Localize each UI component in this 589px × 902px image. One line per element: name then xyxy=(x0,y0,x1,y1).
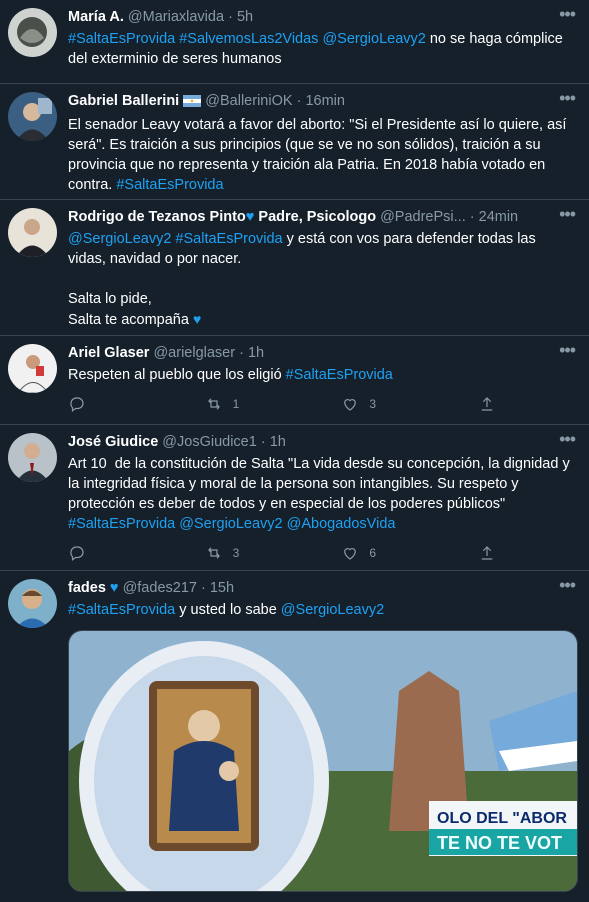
like-count: 6 xyxy=(369,546,376,560)
tweet[interactable]: José Giudice @JosGiudice1 · 1h ••• Art 1… xyxy=(0,425,589,571)
more-icon[interactable]: ••• xyxy=(559,429,576,450)
tweet-text: El senador Leavy votará a favor del abor… xyxy=(68,115,575,195)
tweet[interactable]: Gabriel Ballerini @BalleriniOK · 16min •… xyxy=(0,84,589,200)
reply-icon xyxy=(70,397,84,412)
display-name[interactable]: fades xyxy=(68,580,106,596)
handle[interactable]: @arielglaser xyxy=(153,345,235,361)
display-name[interactable]: Ariel Glaser xyxy=(68,345,149,361)
tweet-text: #SaltaEsProvida #SalvemosLas2Vidas @Serg… xyxy=(68,29,575,69)
hashtag-link[interactable]: #SaltaEsProvida xyxy=(286,367,393,383)
separator: · xyxy=(239,345,244,361)
display-name[interactable]: María A. xyxy=(68,9,124,25)
retweet-count: 3 xyxy=(232,546,240,560)
tweet-actions: 3 6 xyxy=(68,544,498,562)
like-icon xyxy=(344,399,357,411)
retweet-icon xyxy=(207,547,220,559)
tweet-text: #SaltaEsProvida y usted lo sabe @SergioL… xyxy=(68,600,575,620)
retweet-count: 1 xyxy=(232,397,240,411)
handle[interactable]: @fades217 xyxy=(123,580,197,596)
argentina-flag-icon xyxy=(183,94,202,113)
tweet-actions: 1 3 xyxy=(68,395,498,413)
timestamp[interactable]: 1h xyxy=(248,345,264,361)
retweet-icon xyxy=(207,398,220,410)
more-icon[interactable]: ••• xyxy=(559,340,576,361)
retweet-button[interactable]: 3 xyxy=(205,544,315,562)
like-button[interactable]: 6 xyxy=(341,544,451,562)
share-button[interactable] xyxy=(478,395,498,413)
mention-link[interactable]: @AbogadosVida xyxy=(287,516,396,532)
avatar[interactable] xyxy=(8,433,57,482)
tweet-text: Respeten al pueblo que los eligió #Salta… xyxy=(68,365,575,385)
reply-button[interactable] xyxy=(68,395,178,413)
hashtag-link[interactable]: #SaltaEsProvida xyxy=(175,231,282,247)
handle[interactable]: @JosGiudice1 xyxy=(162,434,257,450)
blue-heart-icon: ♥ xyxy=(192,311,202,327)
hashtag-link[interactable]: #SaltaEsProvida xyxy=(68,602,175,618)
more-icon[interactable]: ••• xyxy=(559,4,576,25)
handle[interactable]: @Mariaxlavida xyxy=(128,9,224,25)
separator: · xyxy=(228,9,233,25)
handle[interactable]: @BalleriniOK xyxy=(205,93,292,109)
share-icon xyxy=(481,397,493,411)
banner-text-top: OLO DEL "ABOR xyxy=(437,810,567,827)
mention-link[interactable]: @SergioLeavy2 xyxy=(281,602,384,618)
display-name[interactable]: Rodrigo de Tezanos Pinto xyxy=(68,209,246,225)
banner-text-bottom: TE NO TE VOT xyxy=(437,833,562,853)
avatar[interactable] xyxy=(8,208,57,257)
mention-link[interactable]: @SergioLeavy2 xyxy=(179,516,282,532)
like-count: 3 xyxy=(369,397,376,411)
tweet-text-segment: y usted lo sabe xyxy=(175,602,281,618)
timestamp[interactable]: 16min xyxy=(305,93,345,109)
tweet[interactable]: fades ♥ @fades217 · 15h ••• #SaltaEsProv… xyxy=(0,571,589,902)
separator: · xyxy=(260,434,266,450)
hashtag-link[interactable]: #SalvemosLas2Vidas xyxy=(179,31,318,47)
timestamp[interactable]: 1h xyxy=(270,434,286,450)
share-button[interactable] xyxy=(478,544,498,562)
like-button[interactable]: 3 xyxy=(341,395,451,413)
timestamp[interactable]: 15h xyxy=(210,580,234,596)
retweet-button[interactable]: 1 xyxy=(205,395,315,413)
tweet-text-segment: Respeten al pueblo que los eligió xyxy=(68,367,286,383)
mention-link[interactable]: @SergioLeavy2 xyxy=(68,231,171,247)
tweet-text: Art 10 de la constitución de Salta "La v… xyxy=(68,454,575,534)
tweet-text: @SergioLeavy2 #SaltaEsProvida y está con… xyxy=(68,229,575,330)
hashtag-link[interactable]: #SaltaEsProvida xyxy=(116,177,223,193)
tweet[interactable]: Rodrigo de Tezanos Pinto ♥ Padre, Psicolo… xyxy=(0,200,589,336)
mention-link[interactable]: @SergioLeavy2 xyxy=(322,31,425,47)
more-icon[interactable]: ••• xyxy=(559,575,576,596)
tweet[interactable]: Ariel Glaser @arielglaser · 1h ••• Respe… xyxy=(0,336,589,425)
more-icon[interactable]: ••• xyxy=(559,88,576,109)
hashtag-link[interactable]: #SaltaEsProvida xyxy=(68,31,175,47)
separator: · xyxy=(200,580,206,596)
tweet-photo[interactable]: OLO DEL "ABOR TE NO TE VOT xyxy=(68,630,578,892)
timestamp[interactable]: 24min xyxy=(479,209,519,225)
separator: · xyxy=(469,209,475,225)
tweet[interactable]: María A. @Mariaxlavida · 5h ••• #SaltaEs… xyxy=(0,0,589,84)
handle[interactable]: @PadrePsi... xyxy=(380,209,466,225)
like-icon xyxy=(344,548,357,560)
blue-heart-icon: ♥ xyxy=(109,580,119,596)
display-name[interactable]: Gabriel Ballerini xyxy=(68,93,179,109)
tweet-text-segment: Art 10 de la constitución de Salta "La v… xyxy=(68,456,570,512)
avatar[interactable] xyxy=(8,8,57,57)
separator: · xyxy=(296,93,302,109)
display-name[interactable]: José Giudice xyxy=(68,434,158,450)
avatar[interactable] xyxy=(8,344,57,393)
share-icon xyxy=(481,546,493,560)
display-name-suffix[interactable]: Padre, Psicologo xyxy=(254,209,376,225)
reply-icon xyxy=(70,546,84,561)
reply-button[interactable] xyxy=(68,544,178,562)
timestamp[interactable]: 5h xyxy=(237,9,253,25)
avatar[interactable] xyxy=(8,579,57,628)
avatar[interactable] xyxy=(8,92,57,141)
more-icon[interactable]: ••• xyxy=(559,204,576,225)
hashtag-link[interactable]: #SaltaEsProvida xyxy=(68,516,175,532)
